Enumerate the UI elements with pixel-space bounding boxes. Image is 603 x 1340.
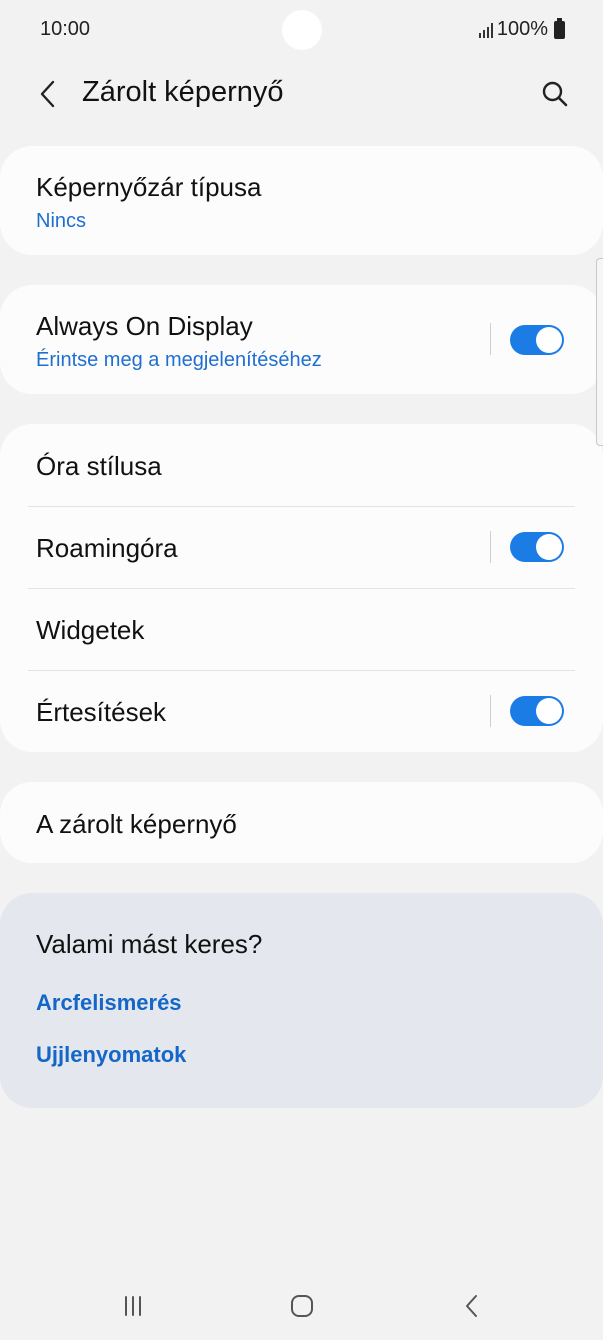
- toggle-divider: [490, 323, 491, 355]
- widgets-label: Widgetek: [36, 615, 145, 645]
- chevron-left-icon: [40, 80, 55, 108]
- scrollbar[interactable]: [596, 258, 603, 446]
- aod-title: Always On Display: [36, 311, 253, 341]
- camera-cutout: [282, 10, 322, 50]
- link-face-recognition[interactable]: Arcfelismerés: [36, 990, 182, 1016]
- status-bar: 10:00 100%: [0, 0, 603, 60]
- back-icon: [466, 1295, 477, 1317]
- notifications-row[interactable]: Értesítések: [0, 671, 603, 752]
- back-button[interactable]: [28, 72, 68, 116]
- toggle-divider: [490, 531, 491, 563]
- battery-icon: [554, 17, 565, 39]
- lock-type-card[interactable]: Képernyőzár típusa Nincs: [0, 146, 603, 255]
- toggle-knob: [536, 698, 562, 724]
- toggle-knob: [536, 534, 562, 560]
- link-fingerprints[interactable]: Ujjlenyomatok: [36, 1042, 186, 1068]
- widgets-row[interactable]: Widgetek: [0, 589, 603, 670]
- app-bar: Zárolt képernyő: [0, 62, 603, 126]
- battery-percent: 100%: [496, 18, 548, 40]
- suggestions-title: Valami mást keres?: [36, 929, 263, 959]
- signal-icon: [478, 22, 493, 38]
- clock-style-label: Óra stílusa: [36, 451, 162, 481]
- lock-type-value: Nincs: [36, 210, 87, 232]
- clock-style-row[interactable]: Óra stílusa: [0, 424, 603, 506]
- recent-apps-icon: [125, 1296, 141, 1316]
- aod-toggle[interactable]: [510, 325, 564, 355]
- search-icon: [542, 81, 568, 107]
- roaming-clock-label: Roamingóra: [36, 533, 178, 563]
- status-indicators: 100%: [478, 17, 565, 41]
- toggle-divider: [490, 695, 491, 727]
- lock-type-title: Képernyőzár típusa: [36, 172, 262, 202]
- search-button[interactable]: [531, 70, 579, 118]
- home-button[interactable]: [272, 1288, 332, 1324]
- about-lock-screen-label: A zárolt képernyő: [36, 809, 237, 839]
- about-lock-screen-card[interactable]: A zárolt képernyő: [0, 782, 603, 863]
- roaming-clock-row[interactable]: Roamingóra: [0, 507, 603, 588]
- navigation-bar: [0, 1270, 603, 1340]
- home-icon: [291, 1295, 313, 1317]
- suggestions-card: Valami mást keres? Arcfelismerés Ujjleny…: [0, 893, 603, 1108]
- notifications-toggle[interactable]: [510, 696, 564, 726]
- toggle-knob: [536, 327, 562, 353]
- aod-card[interactable]: Always On Display Érintse meg a megjelen…: [0, 285, 603, 394]
- status-time: 10:00: [40, 18, 91, 40]
- roaming-clock-toggle[interactable]: [510, 532, 564, 562]
- lock-settings-card: Óra stílusa Roamingóra Widgetek Értesíté…: [0, 424, 603, 752]
- notifications-label: Értesítések: [36, 697, 167, 727]
- back-nav-button[interactable]: [441, 1288, 501, 1324]
- recent-apps-button[interactable]: [103, 1288, 163, 1324]
- page-title: Zárolt képernyő: [82, 76, 284, 108]
- aod-subtitle: Érintse meg a megjelenítéséhez: [36, 349, 322, 371]
